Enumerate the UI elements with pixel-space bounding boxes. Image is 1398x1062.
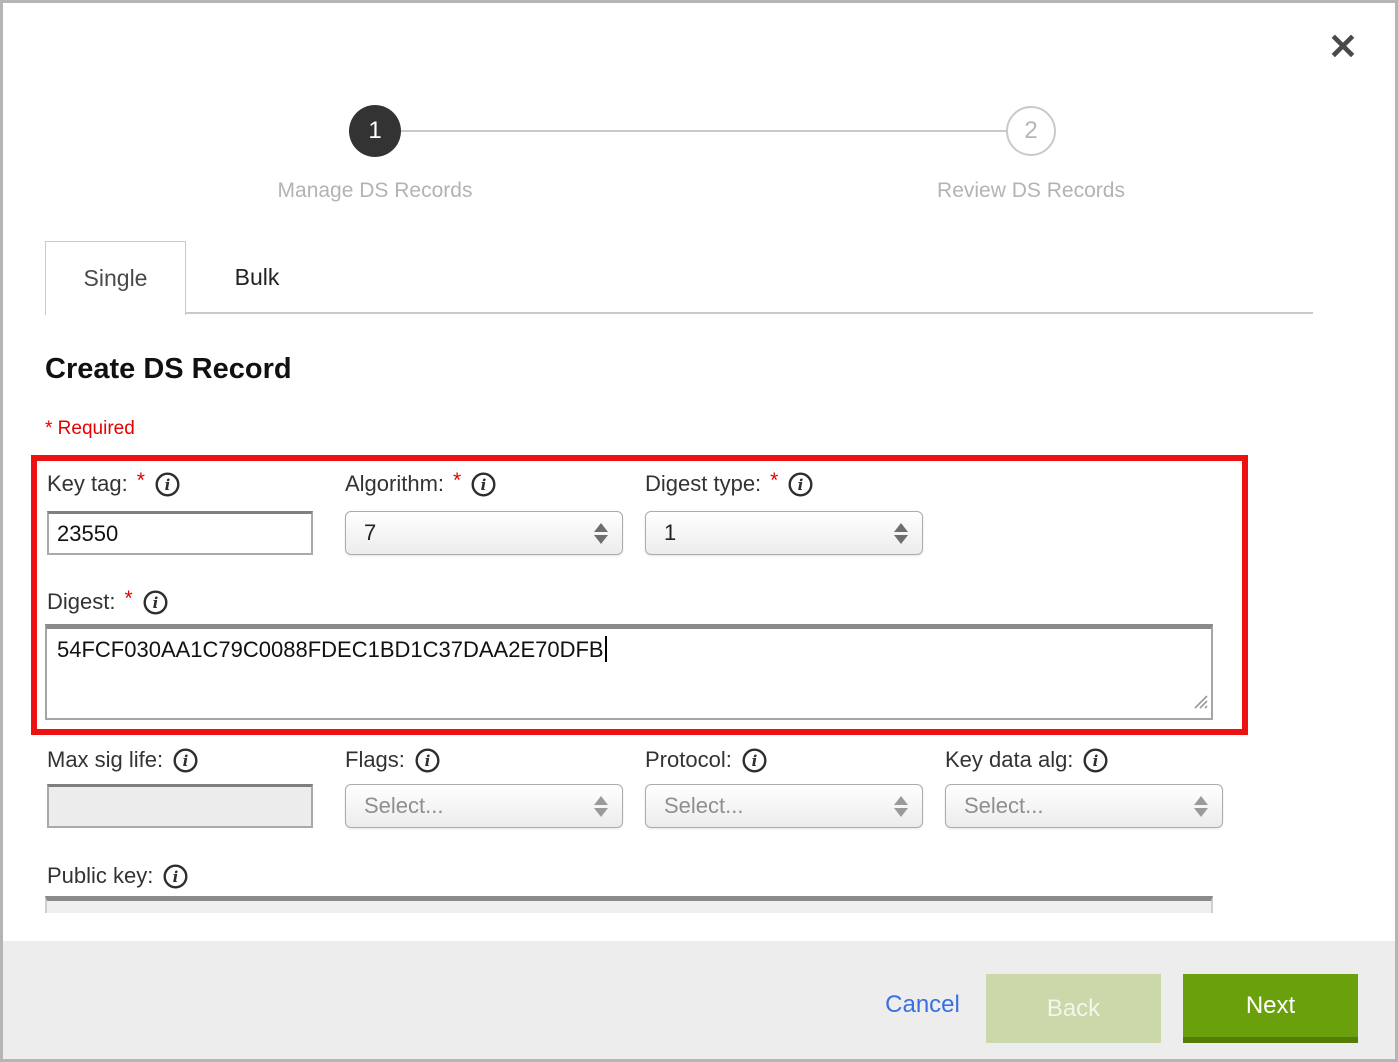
protocol-label: Protocol: i: [645, 745, 768, 775]
protocol-select-value: Select...: [664, 793, 743, 819]
info-icon[interactable]: i: [142, 589, 169, 616]
resize-handle-icon[interactable]: [1193, 689, 1208, 715]
select-arrows-icon: [894, 796, 908, 817]
info-icon[interactable]: i: [470, 471, 497, 498]
info-icon[interactable]: i: [172, 747, 199, 774]
algorithm-select[interactable]: 7: [345, 511, 623, 555]
tab-single[interactable]: Single: [45, 241, 186, 315]
protocol-label-text: Protocol:: [645, 747, 732, 773]
select-arrows-icon: [594, 796, 608, 817]
required-note: * Required: [45, 418, 135, 440]
info-icon[interactable]: i: [787, 471, 814, 498]
max-sig-life-label: Max sig life: i: [47, 745, 199, 775]
algorithm-label: Algorithm: * i: [345, 469, 497, 499]
stepper-step-1-label: Manage DS Records: [245, 179, 505, 203]
select-arrows-icon: [894, 523, 908, 544]
algorithm-label-text: Algorithm:: [345, 471, 444, 497]
digest-value: 54FCF030AA1C79C0088FDEC1BD1C37DAA2E70DFB: [57, 637, 604, 662]
key-data-alg-label: Key data alg: i: [945, 745, 1109, 775]
close-icon[interactable]: ✕: [1321, 25, 1365, 69]
public-key-label: Public key: i: [47, 861, 189, 891]
svg-text:i: i: [173, 868, 179, 886]
tab-underline: [186, 312, 1313, 314]
tab-bulk[interactable]: Bulk: [187, 241, 327, 313]
key-data-alg-select[interactable]: Select...: [945, 784, 1223, 828]
required-asterisk: *: [137, 469, 145, 493]
svg-text:i: i: [798, 476, 804, 494]
digest-type-select[interactable]: 1: [645, 511, 923, 555]
text-cursor: [605, 636, 607, 662]
svg-text:i: i: [165, 476, 171, 494]
protocol-select[interactable]: Select...: [645, 784, 923, 828]
select-arrows-icon: [594, 523, 608, 544]
flags-select-value: Select...: [364, 793, 443, 819]
stepper-step-1-circle: 1: [349, 105, 401, 157]
required-asterisk: *: [124, 587, 132, 611]
cancel-link[interactable]: Cancel: [875, 991, 970, 1019]
required-asterisk: *: [453, 469, 461, 493]
max-sig-life-input: [47, 784, 313, 828]
public-key-label-text: Public key:: [47, 863, 153, 889]
info-icon[interactable]: i: [162, 863, 189, 890]
public-key-textarea[interactable]: [45, 896, 1213, 913]
svg-text:i: i: [1093, 752, 1099, 770]
key-data-alg-select-value: Select...: [964, 793, 1043, 819]
key-data-alg-label-text: Key data alg:: [945, 747, 1073, 773]
svg-text:i: i: [481, 476, 487, 494]
svg-text:i: i: [425, 752, 431, 770]
info-icon[interactable]: i: [741, 747, 768, 774]
key-tag-input[interactable]: [47, 511, 313, 555]
flags-label-text: Flags:: [345, 747, 405, 773]
digest-label-text: Digest:: [47, 589, 115, 615]
info-icon[interactable]: i: [1082, 747, 1109, 774]
create-ds-record-modal: ✕ 1 2 Manage DS Records Review DS Record…: [0, 0, 1398, 1062]
info-icon[interactable]: i: [414, 747, 441, 774]
svg-text:i: i: [751, 752, 757, 770]
key-tag-label-text: Key tag:: [47, 471, 128, 497]
stepper-step-2-circle: 2: [1006, 106, 1056, 156]
stepper-connector-line: [401, 130, 1007, 132]
svg-text:i: i: [152, 594, 158, 612]
max-sig-life-label-text: Max sig life:: [47, 747, 163, 773]
next-button[interactable]: Next: [1183, 974, 1358, 1043]
stepper-step-2-label: Review DS Records: [901, 179, 1161, 203]
info-icon[interactable]: i: [154, 471, 181, 498]
select-arrows-icon: [1194, 796, 1208, 817]
algorithm-select-value: 7: [364, 520, 376, 546]
svg-text:i: i: [183, 752, 189, 770]
flags-select[interactable]: Select...: [345, 784, 623, 828]
digest-type-label: Digest type: * i: [645, 469, 814, 499]
flags-label: Flags: i: [345, 745, 441, 775]
digest-textarea[interactable]: 54FCF030AA1C79C0088FDEC1BD1C37DAA2E70DFB: [45, 624, 1213, 720]
back-button: Back: [986, 974, 1161, 1043]
digest-label: Digest: * i: [47, 587, 169, 617]
required-asterisk: *: [770, 469, 778, 493]
digest-type-label-text: Digest type:: [645, 471, 761, 497]
key-tag-label: Key tag: * i: [47, 469, 181, 499]
page-title: Create DS Record: [45, 353, 292, 386]
digest-type-select-value: 1: [664, 520, 676, 546]
